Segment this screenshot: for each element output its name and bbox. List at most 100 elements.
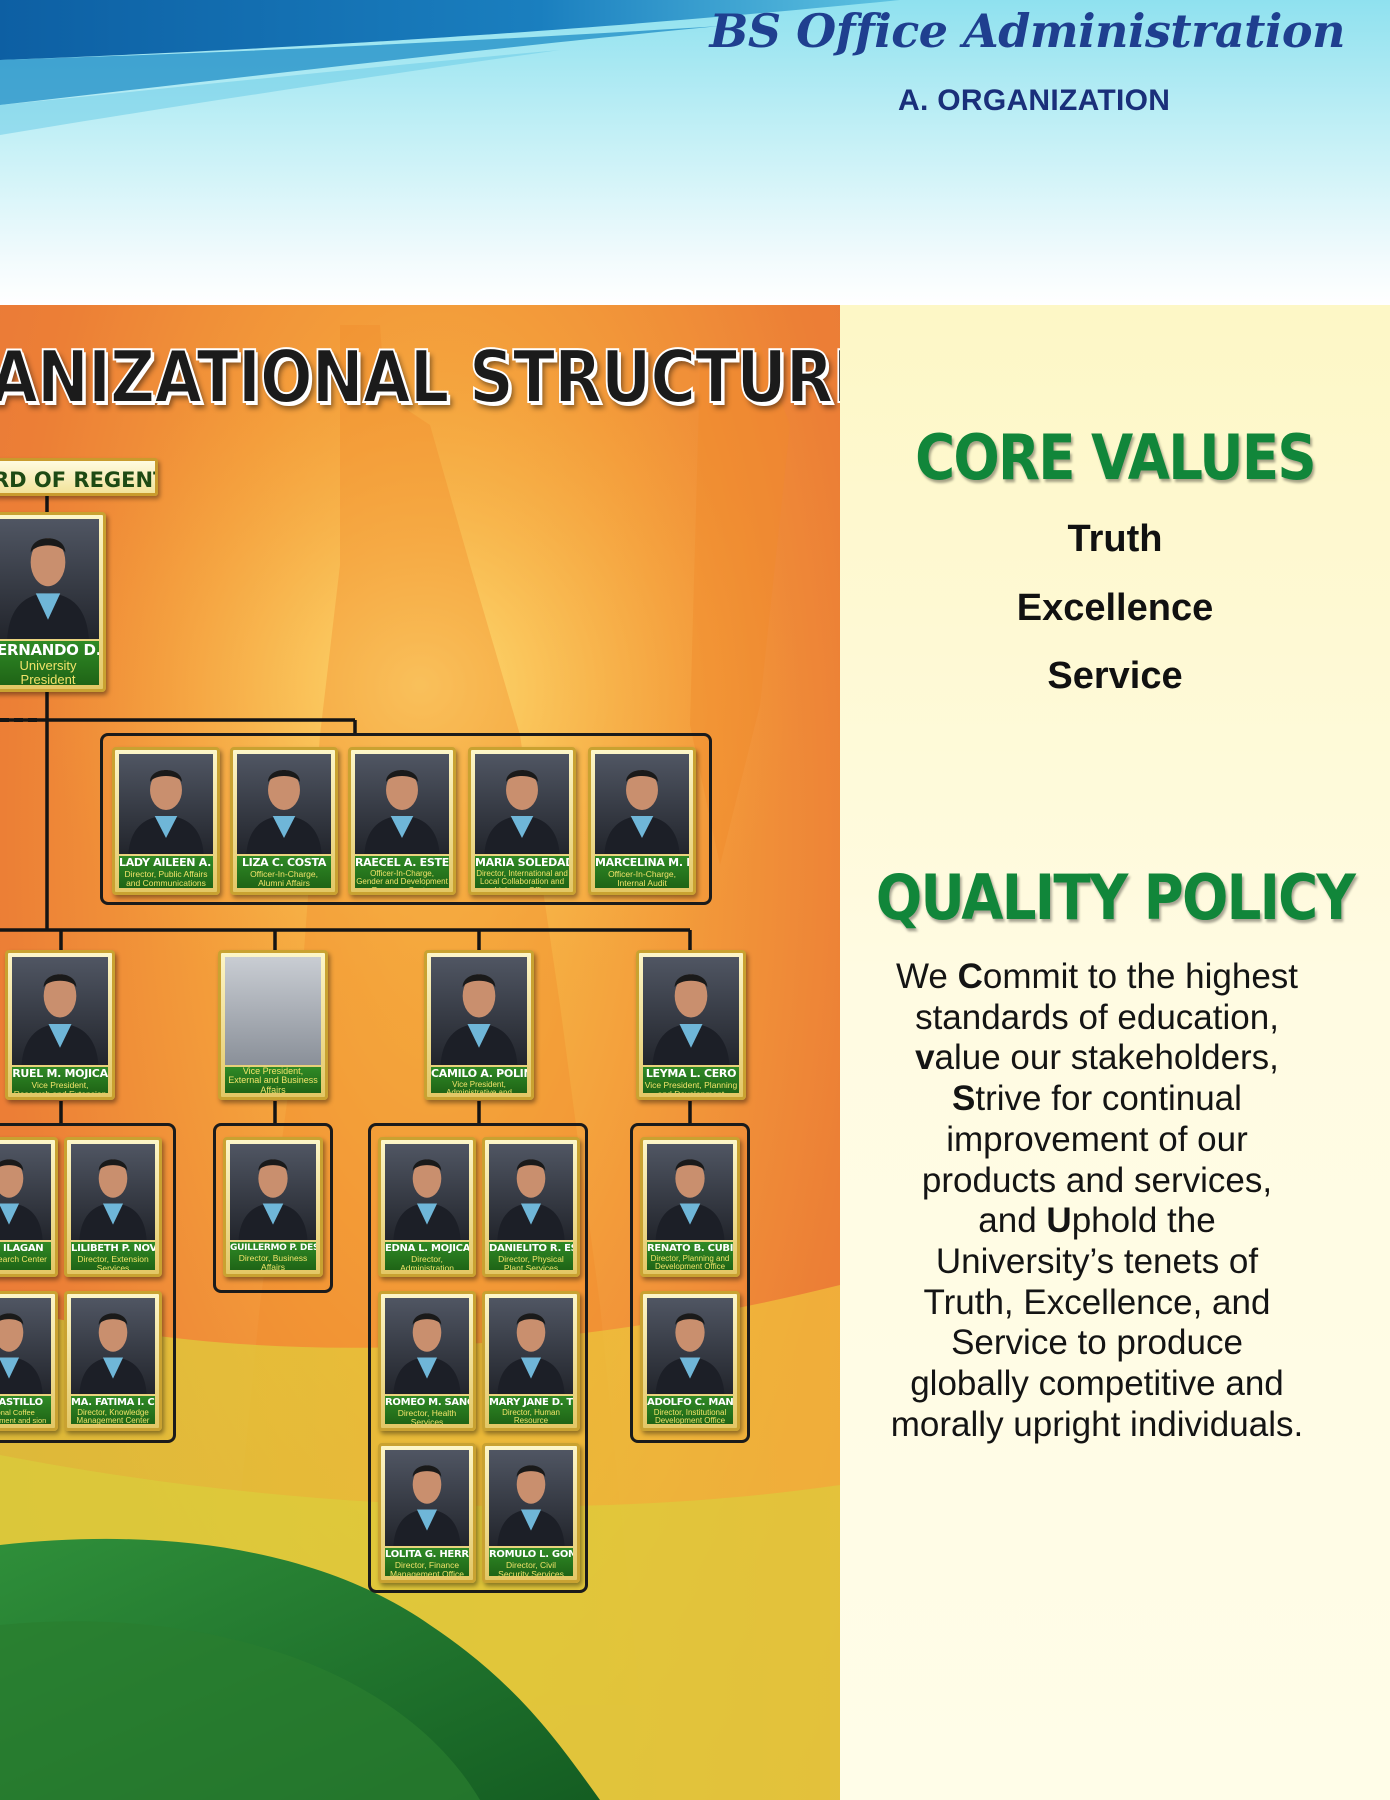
person-silhouette-icon — [655, 1159, 725, 1240]
person-name: LIZA C. COSTA — [241, 856, 327, 869]
org-chart-card: MARY JANE D. TEPORADirector, Human Resou… — [482, 1291, 580, 1431]
person-name: RAECEL A. ESTEBAT — [355, 856, 449, 869]
org-chart-card: M. CASTILLONational Coffee Development a… — [0, 1291, 58, 1431]
portrait-photo — [489, 1144, 573, 1240]
person-role: Vice President, Research and Extension — [14, 1080, 107, 1093]
org-chart-card: MARCELINA M. MASICAPOfficer-In-Charge, I… — [588, 747, 696, 895]
portrait-photo — [71, 1144, 155, 1240]
org-chart-card: EDNA L. MOJICA Director, Administration — [378, 1137, 476, 1277]
person-role: Director, Physical Plant Services — [498, 1254, 564, 1270]
portrait-photo — [385, 1298, 469, 1394]
name-plate: LILIBETH P. NOVICIODirector, Extension S… — [71, 1242, 155, 1270]
name-plate: ROMEO M. SANCHEZDirector, Health Service… — [385, 1396, 469, 1424]
person-silhouette-icon — [393, 1159, 461, 1240]
person-silhouette-icon — [238, 1159, 308, 1240]
person-role: Director, Extension Services — [77, 1254, 149, 1270]
values-panel: CORE VALUES Truth Excellence Service QUA… — [840, 305, 1390, 1800]
portrait-photo — [595, 754, 689, 854]
portrait-photo — [12, 957, 108, 1065]
person-silhouette-icon — [393, 1465, 461, 1546]
portrait-photo — [489, 1298, 573, 1394]
person-silhouette-icon — [652, 974, 730, 1065]
org-chart-card: IA A. ILAGANor, Research Center — [0, 1137, 58, 1277]
person-role: Director, Business Affairs — [238, 1253, 308, 1270]
blurred-portrait-photo — [225, 957, 321, 1065]
person-silhouette-icon — [79, 1159, 147, 1240]
portrait-photo — [119, 754, 213, 854]
person-role: Director, Human Resource Development Off… — [502, 1408, 560, 1424]
name-plate: RENATO B. CUBILLADirector, Planning and … — [647, 1242, 733, 1270]
name-plate: EDNA L. MOJICA Director, Administration — [385, 1242, 469, 1270]
org-chart-card: Vice President, External and Business Af… — [218, 950, 328, 1100]
person-silhouette-icon — [79, 1313, 147, 1394]
portrait-photo — [71, 1298, 155, 1394]
name-plate: DANIELITO R. ESCAÑODirector, Physical Pl… — [489, 1242, 573, 1270]
org-chart-card: ERNANDO D. ROBLESUniversity President — [0, 512, 106, 692]
person-role: Director, Public Affairs and Communicati… — [124, 869, 208, 888]
org-chart-card: LOLITA G. HERRERADirector, Finance Manag… — [378, 1443, 476, 1583]
person-role: Officer-In-Charge, Internal Audit — [608, 869, 676, 888]
person-role: University President — [19, 658, 77, 685]
org-chart-card: ADOLFO C. MANUEL JR.Director, Institutio… — [640, 1291, 740, 1431]
person-role: Officer-In-Charge, Gender and Developmen… — [356, 869, 448, 888]
name-plate: Vice President, External and Business Af… — [225, 1067, 321, 1093]
person-role: Director, Administration — [400, 1254, 454, 1270]
policy-text-part: We — [895, 957, 958, 996]
person-name: ERNANDO D. ROBLES — [0, 641, 99, 659]
person-role: Officer-In-Charge, Alumni Affairs — [250, 869, 318, 888]
person-silhouette-icon — [440, 974, 518, 1065]
portrait-photo — [643, 957, 739, 1065]
person-role: Director, Finance Management Office — [389, 1560, 465, 1576]
section-heading: A. ORGANIZATION — [898, 84, 1171, 117]
person-silhouette-icon — [497, 1159, 565, 1240]
portrait-photo — [647, 1298, 733, 1394]
org-chart-card: DANIELITO R. ESCAÑODirector, Physical Pl… — [482, 1137, 580, 1277]
portrait-photo — [489, 1450, 573, 1546]
person-silhouette-icon — [604, 770, 680, 854]
name-plate: ADOLFO C. MANUEL JR.Director, Institutio… — [647, 1396, 733, 1424]
person-role: Director, Civil Security Services — [498, 1560, 564, 1576]
person-silhouette-icon — [0, 1159, 43, 1240]
person-role: or, Research Center — [0, 1254, 48, 1264]
person-silhouette-icon — [497, 1313, 565, 1394]
name-plate: CAMILO A. POLINGAVice President, Adminis… — [431, 1067, 527, 1093]
name-plate: LIZA C. COSTA Officer-In-Charge, Alumni A… — [237, 856, 331, 888]
quality-policy-title: QUALITY POLICY — [875, 861, 1356, 934]
org-chart-poster: GANIZATIONAL STRUCTURE RD OF REGENTS ERN… — [0, 305, 840, 1800]
person-silhouette-icon — [128, 770, 204, 854]
person-role: Director, Planning and Development Offic… — [650, 1254, 730, 1270]
org-chart-card: MA. FATIMA I. CRUZADADirector, Knowledge… — [64, 1291, 162, 1431]
person-silhouette-icon — [21, 974, 99, 1065]
portrait-photo — [385, 1450, 469, 1546]
policy-text-part: alue our stakeholders, — [934, 1038, 1279, 1078]
core-value-item: Service — [1047, 655, 1183, 697]
org-chart-card: LIZA C. COSTA Officer-In-Charge, Alumni A… — [230, 747, 338, 895]
name-plate: MA. FATIMA I. CRUZADADirector, Knowledge… — [71, 1396, 155, 1424]
person-silhouette-icon — [7, 538, 89, 639]
org-chart-card: LADY AILEEN A. ORSALDirector, Public Aff… — [112, 747, 220, 895]
portrait-photo — [230, 1144, 316, 1240]
portrait-photo — [0, 1298, 51, 1394]
policy-emphasis-letter: U — [1046, 1201, 1072, 1241]
core-values-title: CORE VALUES — [915, 421, 1317, 494]
person-silhouette-icon — [364, 770, 440, 854]
person-name: LADY AILEEN A. ORSAL — [119, 856, 213, 869]
person-name: MARCELINA M. MASICAP — [595, 856, 689, 869]
name-plate: LADY AILEEN A. ORSALDirector, Public Aff… — [119, 856, 213, 888]
org-chart-card: MARIA SOLEDAD M. LISINGDirector, Interna… — [468, 747, 576, 895]
person-role: Vice President, Administrative and Suppo… — [446, 1080, 512, 1093]
org-chart-card: RAECEL A. ESTEBATOfficer-In-Charge, Gend… — [348, 747, 456, 895]
person-role: Vice President, External and Business Af… — [228, 1067, 318, 1093]
policy-emphasis-letter: S — [952, 1079, 976, 1119]
name-plate: ROMULO L. GOMEZDirector, Civil Security … — [489, 1548, 573, 1576]
portrait-photo — [355, 754, 449, 854]
person-role: Director, Knowledge Management Center — [76, 1408, 150, 1424]
org-chart-card: LILIBETH P. NOVICIODirector, Extension S… — [64, 1137, 162, 1277]
org-chart-card: RUEL M. MOJICAVice President, Research a… — [5, 950, 115, 1100]
portrait-photo — [431, 957, 527, 1065]
person-silhouette-icon — [655, 1313, 725, 1394]
person-silhouette-icon — [393, 1313, 461, 1394]
name-plate: M. CASTILLONational Coffee Development a… — [0, 1396, 51, 1424]
board-of-regents-label: RD OF REGENTS — [0, 458, 158, 496]
policy-emphasis-letter: v — [915, 1038, 935, 1078]
